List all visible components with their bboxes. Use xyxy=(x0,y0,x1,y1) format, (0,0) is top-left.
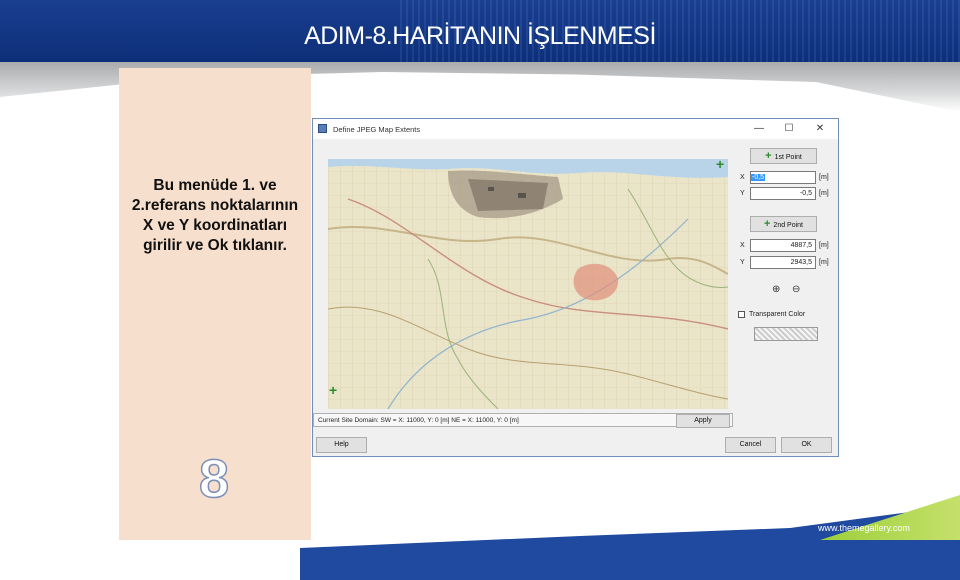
instruction-text: Bu menüde 1. ve 2.referans noktalarının … xyxy=(131,177,299,254)
second-x-label: X xyxy=(740,242,745,249)
dialog-title: Define JPEG Map Extents xyxy=(333,125,421,134)
first-x-value: -0,5 xyxy=(751,174,766,181)
second-point-label: 2nd Point xyxy=(773,222,804,229)
second-x-input[interactable]: 4887,5 xyxy=(750,239,816,252)
first-point-label: 1st Point xyxy=(774,154,802,161)
site-domain-text: Current Site Domain: SW = X: 11000, Y: 0… xyxy=(318,417,519,424)
second-point-button[interactable]: +2nd Point xyxy=(750,216,817,232)
cancel-button[interactable]: Cancel xyxy=(725,437,776,453)
bottom-blue-swoosh xyxy=(300,500,960,580)
first-x-input[interactable]: -0,5 xyxy=(750,171,816,184)
second-y-unit: [m] xyxy=(819,259,829,266)
first-point-button[interactable]: +1st Point xyxy=(750,148,817,164)
app-icon xyxy=(318,124,327,133)
close-button[interactable]: ✕ xyxy=(812,122,828,136)
second-x-unit: [m] xyxy=(819,242,829,249)
zoom-out-icon[interactable]: ⊖ xyxy=(792,285,800,295)
second-y-input[interactable]: 2943,5 xyxy=(750,256,816,269)
ok-button[interactable]: OK xyxy=(781,437,832,453)
slide-header: ADIM-8.HARİTANIN İŞLENMESİ xyxy=(0,0,960,66)
first-y-input[interactable]: -0,5 xyxy=(750,187,816,200)
instruction-panel: Bu menüde 1. ve 2.referans noktalarının … xyxy=(119,68,311,540)
slide-title: ADIM-8.HARİTANIN İŞLENMESİ xyxy=(304,22,656,50)
slide-number: 8 xyxy=(198,448,230,510)
second-point-cross-icon: + xyxy=(763,218,771,230)
transparent-color-checkbox[interactable] xyxy=(738,311,745,318)
sw-reference-cross-icon: + xyxy=(329,382,338,398)
first-x-unit: [m] xyxy=(819,174,829,181)
first-point-cross-icon: + xyxy=(765,150,772,162)
zoom-in-icon[interactable]: ⊕ xyxy=(772,285,780,295)
maximize-button[interactable]: ☐ xyxy=(781,122,797,136)
ne-reference-cross-icon: + xyxy=(716,159,725,172)
apply-button[interactable]: Apply xyxy=(676,414,730,428)
footer-url: www.themegallery.com xyxy=(818,523,910,533)
map-preview[interactable]: + + xyxy=(328,159,728,409)
first-x-label: X xyxy=(740,174,745,181)
second-y-label: Y xyxy=(740,259,745,266)
minimize-button[interactable]: — xyxy=(751,122,767,136)
transparent-color-label: Transparent Color xyxy=(749,311,806,318)
map-image xyxy=(328,159,728,409)
first-y-unit: [m] xyxy=(819,190,829,197)
dialog-titlebar: Define JPEG Map Extents — ☐ ✕ xyxy=(313,119,838,139)
bottom-green-swoosh xyxy=(820,495,960,540)
help-button[interactable]: Help xyxy=(316,437,367,453)
site-domain-status: Current Site Domain: SW = X: 11000, Y: 0… xyxy=(313,413,733,427)
transparent-color-swatch[interactable] xyxy=(754,327,818,341)
first-y-label: Y xyxy=(740,190,745,197)
map-extents-dialog: Define JPEG Map Extents — ☐ ✕ + + + 1st … xyxy=(312,118,839,457)
